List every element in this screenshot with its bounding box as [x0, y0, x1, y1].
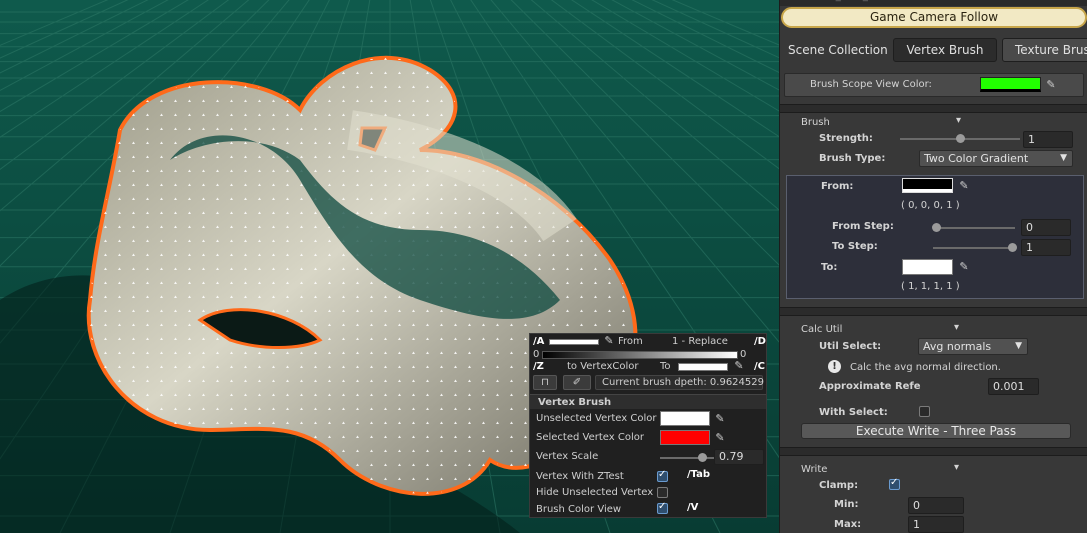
- to-step-field[interactable]: 1: [1021, 239, 1071, 256]
- from-step-field[interactable]: 0: [1021, 219, 1071, 236]
- util-select-dropdown[interactable]: Avg normals ▼: [918, 338, 1028, 355]
- overlay-to-label: To: [660, 361, 671, 372]
- to-step-slider[interactable]: [933, 247, 1015, 249]
- hide-unselected-checkbox[interactable]: [657, 487, 668, 498]
- write-foldout-icon[interactable]: ▾: [954, 462, 959, 473]
- overlay-from-color[interactable]: [549, 339, 599, 345]
- info-icon: !: [828, 360, 841, 373]
- from-label: From:: [821, 181, 854, 192]
- game-camera-follow-button[interactable]: Game Camera Follow: [781, 7, 1087, 28]
- vertex-scale-label: Vertex Scale: [536, 451, 599, 462]
- object-name: torus_knot_01: [810, 0, 881, 2]
- chevron-down-icon: ▼: [1015, 341, 1022, 351]
- approx-field[interactable]: 0.001: [988, 378, 1039, 395]
- overlay-tag-d: /D: [754, 336, 766, 347]
- separator: [780, 447, 1087, 456]
- vertex-scale-knob[interactable]: [698, 453, 708, 462]
- hide-unselected-label: Hide Unselected Vertex: [536, 487, 654, 498]
- to-step-knob[interactable]: [1008, 243, 1017, 252]
- util-select-value: Avg normals: [923, 340, 992, 353]
- separator: [780, 307, 1087, 316]
- overlay-from-picker-icon[interactable]: ✎: [603, 335, 615, 347]
- with-select-label: With Select:: [819, 407, 888, 418]
- calc-util-foldout-icon[interactable]: ▾: [954, 322, 959, 333]
- approx-label: Approximate Refe: [819, 381, 921, 392]
- separator: [780, 104, 1087, 113]
- overlay-gradient-start: 0: [533, 349, 540, 360]
- info-text: Calc the avg normal direction.: [850, 362, 1001, 373]
- strength-knob[interactable]: [956, 134, 965, 143]
- vertex-scale-field[interactable]: 0.79: [714, 449, 764, 465]
- to-color-swatch[interactable]: [902, 259, 953, 275]
- overlay-to-color[interactable]: [678, 363, 728, 371]
- write-title: Write: [801, 464, 828, 475]
- ztest-shortcut: /Tab: [687, 469, 711, 480]
- clamp-checkbox[interactable]: [889, 477, 900, 490]
- brush-type-value: Two Color Gradient: [924, 152, 1029, 165]
- overlay-tag-c: /C: [754, 361, 765, 372]
- vertex-brush-overlay: /A ✎ From 1 - Replace /D 0 0 /Z to Verte…: [529, 333, 767, 518]
- brush-type-label: Brush Type:: [819, 153, 886, 164]
- from-value: ( 0, 0, 0, 1 ): [901, 200, 960, 211]
- clamp-label: Clamp:: [819, 480, 859, 491]
- min-field[interactable]: 0: [908, 497, 964, 514]
- selected-color-label: Selected Vertex Color: [536, 432, 644, 443]
- from-step-knob[interactable]: [932, 223, 941, 232]
- lock-icon: ⊓: [541, 377, 549, 388]
- strength-label: Strength:: [819, 133, 873, 144]
- brush-color-view-label: Brush Color View: [536, 504, 622, 515]
- brush-section-title: Brush: [801, 117, 830, 128]
- brush-depth-readout: Current brush dpeth: 0.9624529: [595, 375, 764, 390]
- tab-vertex-brush[interactable]: Vertex Brush: [893, 38, 997, 62]
- overlay-tag-z: /Z: [533, 361, 544, 372]
- brush-type-dropdown[interactable]: Two Color Gradient ▼: [919, 150, 1073, 167]
- brush-color-view-shortcut: /V: [687, 502, 699, 513]
- util-select-label: Util Select:: [819, 341, 882, 352]
- max-label: Max:: [834, 519, 862, 530]
- max-field[interactable]: 1: [908, 516, 964, 533]
- ztest-checkbox[interactable]: [657, 469, 668, 482]
- from-step-slider[interactable]: [933, 227, 1015, 229]
- brush-scope-color-swatch[interactable]: [980, 77, 1041, 92]
- overlay-tag-a: /A: [533, 336, 545, 347]
- brush-scope-label: Brush Scope View Color:: [810, 79, 932, 90]
- overlay-from-label: From: [618, 336, 643, 347]
- tab-texture-brush[interactable]: Texture Brush: [1002, 38, 1087, 62]
- from-step-label: From Step:: [832, 221, 894, 232]
- overlay-mode[interactable]: 1 - Replace: [672, 336, 728, 347]
- brush-scope-picker-icon[interactable]: ✎: [1045, 79, 1057, 91]
- unselected-color-label: Unselected Vertex Color: [536, 413, 657, 424]
- with-select-checkbox[interactable]: [919, 406, 930, 417]
- to-value: ( 1, 1, 1, 1 ): [901, 281, 960, 292]
- brush-color-view-checkbox[interactable]: [657, 501, 668, 514]
- overlay-to-picker-icon[interactable]: ✎: [733, 360, 745, 372]
- brush-icon: ✐: [572, 377, 582, 388]
- from-picker-icon[interactable]: ✎: [958, 180, 970, 192]
- lock-button[interactable]: ⊓: [533, 375, 557, 390]
- selected-picker-icon[interactable]: ✎: [714, 432, 726, 444]
- to-label: To:: [821, 262, 838, 273]
- inspector-panel: torus_knot_01 Game Camera Follow Scene C…: [779, 0, 1087, 533]
- min-label: Min:: [834, 499, 859, 510]
- inspector-top-strip: torus_knot_01: [780, 0, 1087, 6]
- overlay-to-vertex-color[interactable]: to VertexColor: [567, 361, 638, 372]
- overlay-gradient-bar[interactable]: [542, 351, 738, 359]
- selected-color-swatch[interactable]: [660, 430, 710, 445]
- to-picker-icon[interactable]: ✎: [958, 261, 970, 273]
- unselected-picker-icon[interactable]: ✎: [714, 413, 726, 425]
- execute-write-button[interactable]: Execute Write - Three Pass: [801, 423, 1071, 439]
- tab-scene-collection[interactable]: Scene Collection: [788, 43, 888, 57]
- calc-util-title: Calc Util: [801, 324, 843, 335]
- brush-tool-button[interactable]: ✐: [563, 375, 591, 390]
- unselected-color-swatch[interactable]: [660, 411, 710, 426]
- ztest-label: Vertex With ZTest: [536, 471, 624, 482]
- to-step-label: To Step:: [832, 241, 878, 252]
- chevron-down-icon: ▼: [1060, 153, 1067, 163]
- vertex-brush-title: Vertex Brush: [530, 394, 766, 409]
- brush-foldout-icon[interactable]: ▾: [956, 115, 961, 126]
- from-color-swatch[interactable]: [902, 178, 953, 193]
- strength-field[interactable]: 1: [1023, 131, 1073, 148]
